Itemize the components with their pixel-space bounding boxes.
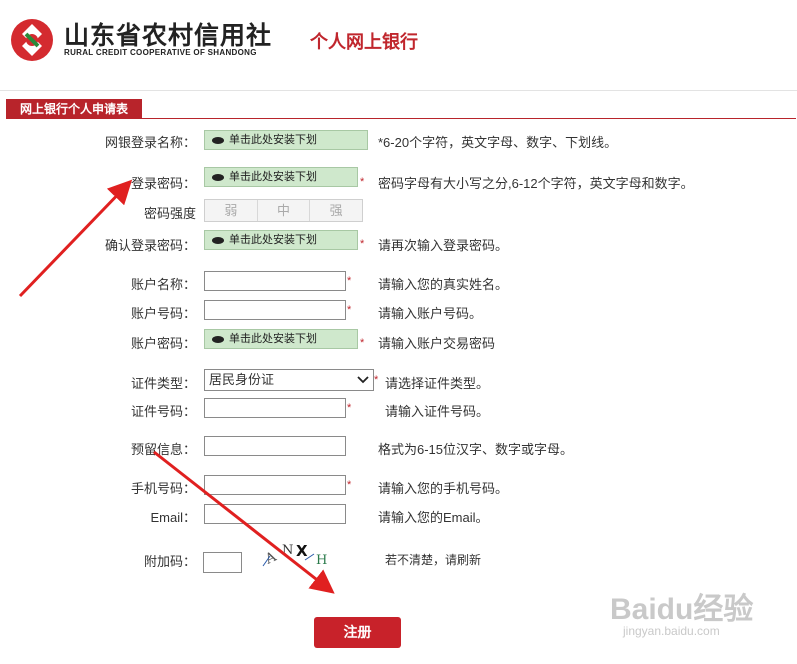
account-number-hint: 请输入账户号码。 (378, 306, 483, 321)
secure-plugin-icon (212, 335, 224, 343)
account-number-input[interactable] (204, 300, 346, 320)
login-password-hint: 密码字母有大小写之分,6-12个字符，英文字母和数字。 (378, 176, 694, 191)
id-number-label: 证件号码： (130, 404, 196, 419)
account-name-input[interactable] (204, 271, 346, 291)
phone-hint: 请输入您的手机号码。 (378, 481, 509, 496)
account-name-hint: 请输入您的真实姓名。 (378, 277, 509, 292)
reserved-info-label: 预留信息： (130, 442, 196, 457)
rcc-logo-icon (11, 19, 53, 61)
page-title: 个人网上银行 (310, 32, 418, 53)
captcha-char: N (282, 543, 293, 558)
section-tab: 网上银行个人申请表 (6, 99, 143, 119)
account-password-hint: 请输入账户交易密码 (378, 336, 496, 351)
captcha-label: 附加码： (143, 554, 196, 569)
strength-strong: 强 (329, 203, 343, 218)
id-type-select[interactable]: 居民身份证 (204, 369, 374, 391)
captcha-char: H (316, 553, 327, 568)
id-type-hint: 请选择证件类型。 (385, 376, 490, 391)
brand-name-cn: 山东省农村信用社 (64, 21, 273, 50)
confirm-password-hint: 请再次输入登录密码。 (378, 238, 509, 253)
header-divider (0, 90, 797, 91)
id-type-label: 证件类型： (130, 376, 196, 391)
captcha-image[interactable]: A N X H (258, 538, 338, 572)
phone-label: 手机号码： (130, 481, 196, 496)
required-mark: * (347, 304, 352, 316)
login-password-secure-input[interactable]: 单击此处安装下划 (204, 167, 358, 187)
required-mark: * (360, 176, 365, 188)
required-mark: * (347, 275, 352, 287)
login-name-secure-input[interactable]: 单击此处安装下划 (204, 130, 368, 150)
required-mark: * (347, 402, 352, 414)
required-mark: * (360, 337, 365, 349)
phone-input[interactable] (204, 475, 346, 495)
brand-name-en: RURAL CREDIT COOPERATIVE OF SHANDONG (64, 48, 257, 57)
account-password-secure-input[interactable]: 单击此处安装下划 (204, 329, 358, 349)
id-number-hint: 请输入证件号码。 (385, 404, 490, 419)
login-name-hint: *6-20个字符，英文字母、数字、下划线。 (378, 135, 618, 150)
strength-medium: 中 (258, 200, 311, 221)
required-mark: * (347, 479, 352, 491)
captcha-char: A (262, 548, 280, 568)
email-input[interactable] (204, 504, 346, 524)
baidu-watermark-url: jingyan.baidu.com (623, 624, 720, 638)
email-hint: 请输入您的Email。 (378, 510, 489, 525)
confirm-password-label: 确认登录密码： (104, 238, 196, 253)
reserved-info-input[interactable] (204, 436, 346, 456)
baidu-watermark: Baidu经验 (610, 593, 754, 626)
secure-input-text: 单击此处安装下划 (229, 333, 317, 345)
id-number-input[interactable] (204, 398, 346, 418)
email-label: Email： (150, 510, 196, 525)
password-strength-meter: 弱 中 强 (204, 199, 363, 222)
account-name-label: 账户名称： (130, 277, 196, 292)
account-number-label: 账户号码： (130, 306, 196, 321)
captcha-char: X (296, 542, 308, 560)
required-mark: * (374, 374, 379, 386)
required-mark: * (360, 238, 365, 250)
secure-input-text: 单击此处安装下划 (229, 134, 317, 146)
reserved-info-hint: 格式为6-15位汉字、数字或字母。 (378, 442, 574, 457)
strength-weak: 弱 (205, 200, 258, 221)
account-password-label: 账户密码： (130, 336, 196, 351)
secure-input-text: 单击此处安装下划 (229, 234, 317, 246)
id-type-selected-value: 居民身份证 (209, 372, 275, 387)
secure-input-text: 单击此处安装下划 (229, 171, 317, 183)
chevron-down-icon (357, 376, 369, 384)
register-button[interactable]: 注册 (314, 617, 401, 648)
login-password-label: 登录密码： (130, 176, 196, 191)
secure-plugin-icon (212, 173, 224, 181)
strength-label: 密码强度 (143, 206, 196, 221)
secure-plugin-icon (212, 136, 224, 144)
login-name-label: 网银登录名称： (104, 135, 196, 150)
captcha-refresh-hint[interactable]: 若不清楚，请刷新 (385, 551, 481, 568)
captcha-input[interactable] (203, 552, 242, 573)
secure-plugin-icon (212, 236, 224, 244)
confirm-password-secure-input[interactable]: 单击此处安装下划 (204, 230, 358, 250)
